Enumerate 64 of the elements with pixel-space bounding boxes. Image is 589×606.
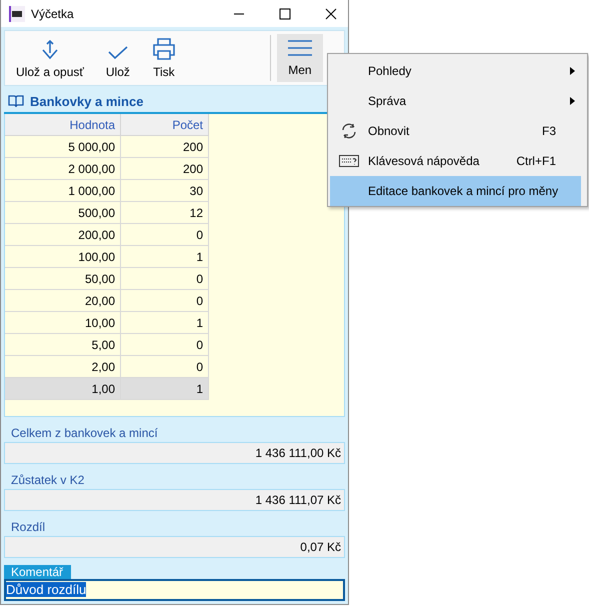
- table-row[interactable]: 500,00 12: [5, 202, 208, 224]
- table-cell: 20,00: [5, 290, 120, 312]
- comment-field[interactable]: Důvod rozdílu: [4, 579, 345, 601]
- table-cell: 500,00: [5, 202, 120, 224]
- menu-item[interactable]: Pohledy: [330, 56, 581, 86]
- keyboard-icon: [339, 155, 359, 167]
- field-label: Celkem z bankovek a mincí: [10, 426, 159, 440]
- table-row[interactable]: 5,00 0: [5, 334, 208, 356]
- table-cell: 30: [120, 180, 208, 202]
- toolbar-button[interactable]: Ulož: [94, 31, 141, 85]
- refresh-icon: [341, 123, 357, 139]
- table-cell: 50,00: [5, 268, 120, 290]
- column-header[interactable]: Hodnota: [5, 114, 120, 136]
- down-arrow-icon: [40, 40, 59, 60]
- readonly-field: 0,07 Kč: [4, 536, 345, 558]
- table-cell: 0: [120, 224, 208, 246]
- table-cell: 0: [120, 334, 208, 356]
- menu-item[interactable]: Klávesová nápověda Ctrl+F1: [330, 146, 581, 176]
- table-cell: 1 000,00: [5, 180, 120, 202]
- app-logo-icon: [9, 6, 25, 22]
- close-icon[interactable]: [325, 8, 337, 20]
- table-cell: 1: [120, 246, 208, 268]
- table-cell: 200: [120, 136, 208, 158]
- printer-icon: [152, 38, 176, 60]
- table-cell: 0: [120, 268, 208, 290]
- checkmark-icon: [108, 46, 128, 60]
- table-row[interactable]: 2 000,00 200: [5, 158, 208, 180]
- column-header[interactable]: Počet: [120, 114, 208, 136]
- menu-button[interactable]: Men: [276, 34, 323, 82]
- comment-label: Komentář: [4, 565, 72, 580]
- table-row[interactable]: 100,00 1: [5, 246, 208, 268]
- section-title: Bankovky a mince: [30, 94, 144, 108]
- table-cell: 2 000,00: [5, 158, 120, 180]
- table-row[interactable]: 1,00 1: [5, 378, 208, 400]
- table-row[interactable]: 10,00 1: [5, 312, 208, 334]
- maximize-icon[interactable]: [279, 8, 291, 20]
- toolbar-button[interactable]: Tisk: [140, 31, 187, 85]
- table-cell: 5 000,00: [5, 136, 120, 158]
- book-icon: [8, 94, 24, 108]
- menu-item[interactable]: Obnovit F3: [330, 116, 581, 146]
- field-label: Rozdíl: [10, 520, 46, 534]
- menu-icon: [288, 40, 312, 56]
- table-row[interactable]: 5 000,00 200: [5, 136, 208, 158]
- table-cell: 0: [120, 290, 208, 312]
- table-cell: 10,00: [5, 312, 120, 334]
- toolbar-button[interactable]: Ulož a opusť: [5, 31, 95, 85]
- table-row[interactable]: 1 000,00 30: [5, 180, 208, 202]
- table-cell: 100,00: [5, 246, 120, 268]
- field-label: Zůstatek v K2: [10, 473, 86, 487]
- table-cell: 200,00: [5, 224, 120, 246]
- table-cell: 5,00: [5, 334, 120, 356]
- table-cell: 1: [120, 312, 208, 334]
- menu-item[interactable]: Editace bankovek a mincí pro měny: [330, 176, 581, 206]
- table-cell: 1,00: [5, 378, 120, 400]
- table-cell: 1: [120, 378, 208, 400]
- readonly-field: 1 436 111,00 Kč: [4, 442, 345, 464]
- table-row[interactable]: 20,00 0: [5, 290, 208, 312]
- table-row[interactable]: 50,00 0: [5, 268, 208, 290]
- table-row[interactable]: 200,00 0: [5, 224, 208, 246]
- menu-item[interactable]: Správa: [330, 86, 581, 116]
- readonly-field: 1 436 111,07 Kč: [4, 489, 345, 511]
- table-cell: 12: [120, 202, 208, 224]
- table-cell: 200: [120, 158, 208, 180]
- window-title: Výčetka: [31, 6, 75, 20]
